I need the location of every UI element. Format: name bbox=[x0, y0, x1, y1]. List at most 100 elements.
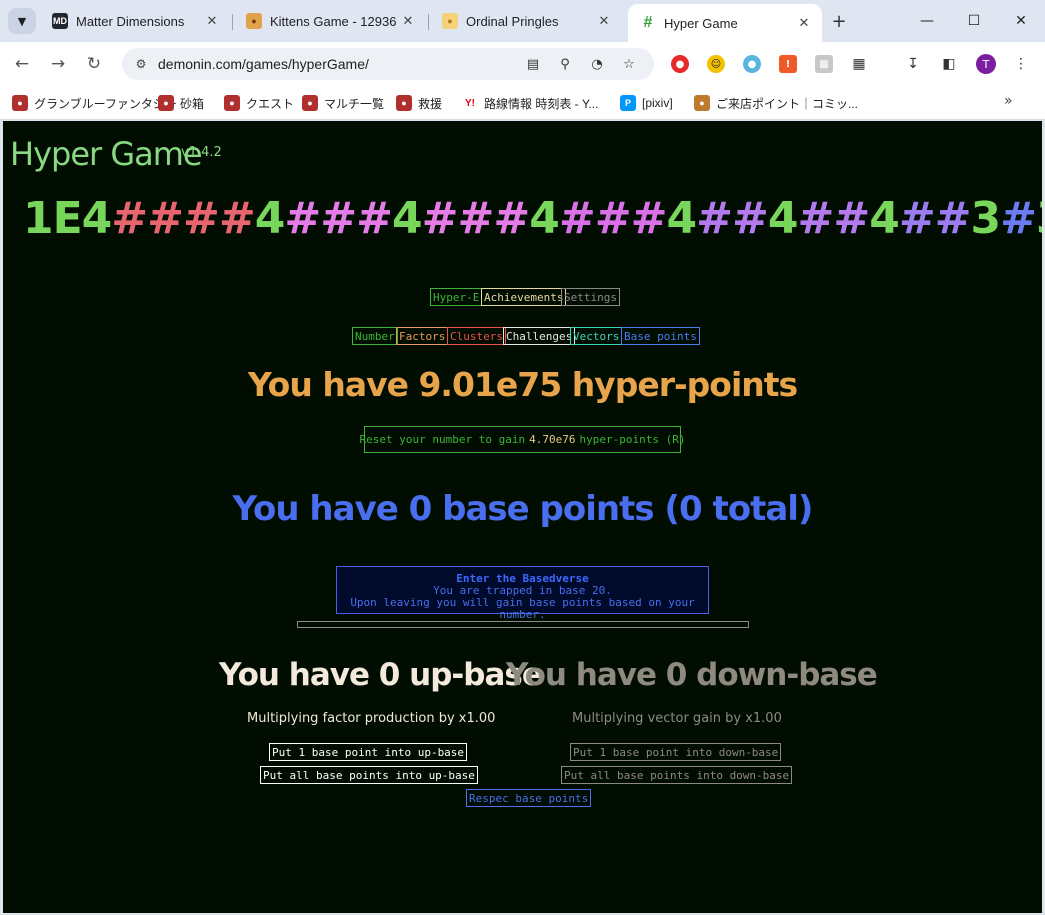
shop-icon: ● bbox=[694, 95, 710, 111]
adblock-extension-icon[interactable]: ● bbox=[671, 55, 689, 73]
hyper-number-part: 3 bbox=[1036, 193, 1042, 244]
hyper-number-display: 1E4####4###4###4###4##4##4##3#3#2 (5) bbox=[23, 193, 1042, 244]
respec-base-points-button[interactable]: Respec base points bbox=[466, 789, 592, 807]
tab-title: Hyper Game bbox=[664, 15, 738, 31]
enter-basedverse-button[interactable]: Enter the Basedverse You are trapped in … bbox=[336, 566, 709, 621]
star-icon[interactable]: ☆ bbox=[620, 55, 638, 73]
chevron-down-icon: ▼ bbox=[17, 14, 27, 28]
hyper-number-part: #### bbox=[111, 193, 255, 244]
hash-icon: # bbox=[643, 14, 653, 31]
extension-alert-icon[interactable]: ! bbox=[779, 55, 797, 73]
base-progress-bar bbox=[297, 621, 749, 628]
back-button[interactable]: ← bbox=[8, 50, 36, 78]
close-icon: ✕ bbox=[1015, 13, 1027, 29]
base-points-display: You have 0 base points (0 total) bbox=[232, 489, 814, 529]
bookmark-label: 路線情報 時刻表 - Y... bbox=[484, 96, 599, 111]
bookmark-label: 救援 bbox=[418, 96, 443, 111]
tab-factors[interactable]: Factors bbox=[396, 327, 449, 345]
close-window-button[interactable]: ✕ bbox=[998, 6, 1044, 36]
tab-number[interactable]: Number bbox=[352, 327, 398, 345]
address-bar[interactable]: ⚙ demonin.com/games/hyperGame/ ▤ ⚲ ◔ ☆ bbox=[122, 48, 654, 80]
bookmark-label: クエスト bbox=[246, 96, 295, 111]
performance-icon[interactable]: ◔ bbox=[588, 55, 606, 73]
tab-settings[interactable]: Settings bbox=[561, 288, 620, 306]
cat-icon: ● bbox=[224, 95, 240, 111]
hyper-number-part: 4 bbox=[767, 193, 799, 244]
close-icon[interactable]: ✕ bbox=[398, 11, 418, 31]
chevron-double-right-icon[interactable]: » bbox=[1004, 93, 1013, 109]
bookmark-sandbox[interactable]: ● 砂箱 bbox=[158, 93, 204, 113]
bookmarks-bar: ● グランブルーファンタジー ● 砂箱 ● クエスト ● マルチ一覧 ● 救援 Y! 路線情… bbox=[0, 86, 1045, 120]
tab-separator bbox=[428, 14, 429, 30]
hyper-number-part: ### bbox=[421, 193, 531, 244]
tab-vectors[interactable]: Vectors bbox=[570, 327, 623, 345]
close-icon[interactable]: ✕ bbox=[202, 11, 222, 31]
up-base-multiplier-text: Multiplying factor production by x1.00 bbox=[247, 711, 496, 726]
minimize-button[interactable]: — bbox=[904, 6, 950, 36]
hyper-number-part: 4 bbox=[254, 193, 286, 244]
tab-hyper-e[interactable]: Hyper-E bbox=[430, 288, 483, 306]
put-all-down-base-button[interactable]: Put all base points into down-base bbox=[561, 766, 793, 784]
cat-icon: ● bbox=[302, 95, 318, 111]
hyper-number-part: 4 bbox=[529, 193, 560, 244]
tab-search-button[interactable]: ▼ bbox=[8, 8, 36, 34]
new-tab-button[interactable]: + bbox=[828, 10, 850, 32]
cat-icon: ● bbox=[246, 13, 262, 29]
download-icon[interactable]: ↧ bbox=[903, 54, 923, 74]
arrow-right-icon: → bbox=[50, 54, 66, 74]
tab-kittens-game[interactable]: ● Kittens Game - 12936 ... ✕ bbox=[234, 6, 426, 36]
close-icon[interactable]: ✕ bbox=[794, 13, 814, 33]
game-title: Hyper Game bbox=[10, 135, 203, 173]
tab-title: Ordinal Pringles bbox=[466, 13, 559, 29]
tab-favicon: MD bbox=[52, 13, 68, 29]
down-base-display: You have 0 down-base bbox=[506, 657, 878, 693]
bookmark-quest[interactable]: ● クエスト bbox=[224, 93, 294, 113]
reset-number-button[interactable]: Reset your number to gain 4.70e76 hyper-… bbox=[360, 426, 685, 453]
close-icon[interactable]: ✕ bbox=[594, 11, 614, 31]
put-one-down-base-button[interactable]: Put 1 base point into down-base bbox=[570, 743, 782, 761]
bookmark-pixiv[interactable]: P [pixiv] bbox=[620, 93, 673, 113]
bookmark-yahoo-transit[interactable]: Y! 路線情報 時刻表 - Y... bbox=[462, 93, 598, 113]
hyper-number-part: 4 bbox=[869, 193, 900, 244]
hyper-number-part: 4 bbox=[666, 193, 697, 244]
puzzle-icon[interactable]: ▦ bbox=[849, 54, 869, 74]
down-base-multiplier-text: Multiplying vector gain by x1.00 bbox=[572, 711, 782, 726]
forward-button[interactable]: → bbox=[44, 50, 72, 78]
reset-gain-amount: 4.70e76 bbox=[529, 433, 576, 446]
bookmark-label: [pixiv] bbox=[642, 96, 673, 110]
hyper-number-part: ## bbox=[797, 193, 870, 244]
tab-clusters[interactable]: Clusters bbox=[447, 327, 506, 345]
hyper-number-part: ### bbox=[284, 193, 393, 244]
side-panel-icon[interactable]: ◧ bbox=[939, 54, 959, 74]
profile-avatar[interactable]: T bbox=[976, 54, 996, 74]
translate-icon[interactable]: ▤ bbox=[524, 55, 542, 73]
tab-achievements[interactable]: Achievements bbox=[481, 288, 567, 306]
tab-hyper-game[interactable]: # Hyper Game ✕ bbox=[628, 4, 822, 42]
site-settings-icon[interactable]: ⚙ bbox=[132, 55, 150, 73]
extension-screen-icon[interactable]: ▩ bbox=[815, 55, 833, 73]
tab-challenges[interactable]: Challenges bbox=[503, 327, 576, 345]
extension-smile-icon[interactable]: ☺ bbox=[707, 55, 725, 73]
tab-ordinal-pringles[interactable]: ● Ordinal Pringles ✕ bbox=[430, 6, 622, 36]
reload-button[interactable]: ↻ bbox=[80, 50, 108, 78]
tab-base-points[interactable]: Base points bbox=[621, 327, 700, 345]
hyper-number-part: ### bbox=[558, 193, 668, 244]
extension-p-icon[interactable]: ● bbox=[743, 55, 761, 73]
hyper-points-display: You have 9.01e75 hyper-points bbox=[247, 365, 798, 404]
put-all-up-base-button[interactable]: Put all base points into up-base bbox=[260, 766, 478, 784]
bookmark-granblue[interactable]: ● グランブルーファンタジー bbox=[12, 93, 177, 113]
maximize-icon: ☐ bbox=[967, 13, 981, 29]
pixiv-icon: P bbox=[620, 95, 636, 111]
plus-icon: + bbox=[831, 10, 847, 32]
kebab-menu-icon[interactable]: ⋮ bbox=[1011, 54, 1031, 74]
bookmark-comic-points[interactable]: ● ご来店ポイント｜コミッ... bbox=[694, 93, 858, 113]
maximize-button[interactable]: ☐ bbox=[951, 6, 997, 36]
zoom-icon[interactable]: ⚲ bbox=[556, 55, 574, 73]
bookmark-multi-list[interactable]: ● マルチ一覧 bbox=[302, 93, 384, 113]
tab-matter-dimensions[interactable]: MD Matter Dimensions ✕ bbox=[40, 6, 230, 36]
pringle-icon: ● bbox=[442, 13, 458, 29]
bookmark-rescue[interactable]: ● 救援 bbox=[396, 93, 442, 113]
tab-separator bbox=[232, 14, 233, 30]
game-version: v1.4.2 bbox=[181, 145, 222, 160]
put-one-up-base-button[interactable]: Put 1 base point into up-base bbox=[269, 743, 468, 761]
